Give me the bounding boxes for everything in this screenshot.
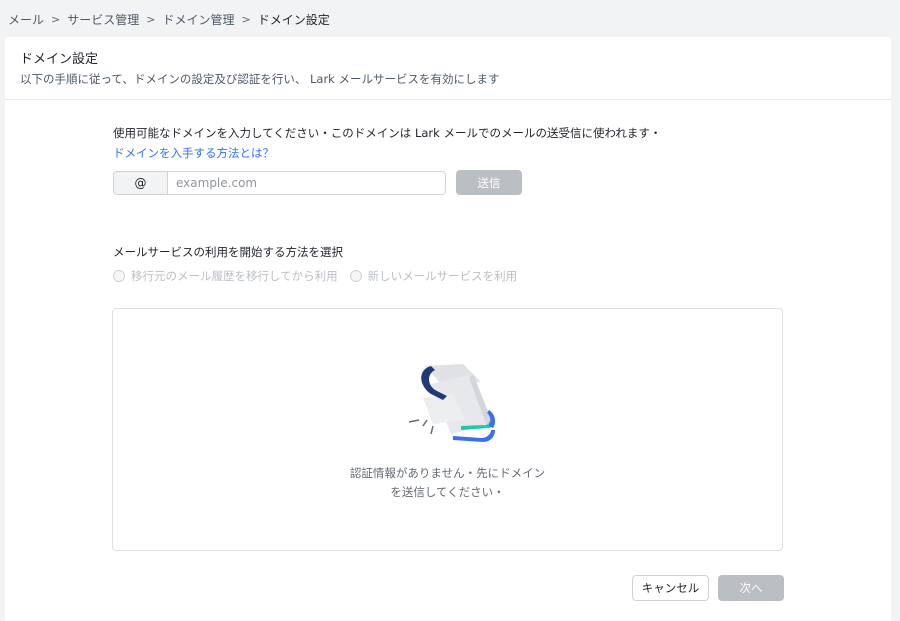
page-title: ドメイン設定 [20, 52, 99, 67]
how-to-get-domain-link[interactable]: ドメインを入手する方法とは？ [113, 145, 274, 161]
radio-new-service-label: 新しいメールサービスを利用 [367, 269, 518, 283]
cancel-button[interactable]: キャンセル [632, 575, 709, 601]
envelope-illustration-icon [408, 364, 496, 442]
method-section: メールサービスの利用を開始する方法を選択 移行元のメール履歴を移行してから利用 … [113, 244, 529, 284]
breadcrumb-item-domain-management[interactable]: ドメイン管理 [162, 11, 234, 28]
domain-settings-card: ドメイン設定 以下の手順に従って、ドメインの設定及び認証を行い、 Lark メー… [5, 37, 891, 621]
radio-circle-icon[interactable] [349, 270, 362, 282]
empty-state-message: 認証情報がありません・先にドメイン を送信してください・ [113, 464, 782, 502]
breadcrumb-item-service-management[interactable]: サービス管理 [67, 11, 139, 28]
breadcrumb-item-mail[interactable]: メール [8, 11, 44, 28]
domain-input[interactable] [167, 170, 446, 195]
radio-migrate-history-label: 移行元のメール履歴を移行してから利用 [131, 269, 338, 283]
method-radio-group: 移行元のメール履歴を移行してから利用 新しいメールサービスを利用 [113, 268, 529, 284]
at-prefix: @ [113, 170, 167, 195]
send-button[interactable]: 送信 [456, 170, 522, 195]
radio-migrate-history[interactable]: 移行元のメール履歴を移行してから利用 [113, 268, 338, 284]
next-button[interactable]: 次へ [718, 575, 784, 601]
empty-state-line-1: 認証情報がありません・先にドメイン [349, 466, 546, 480]
page-subtitle: 以下の手順に従って、ドメインの設定及び認証を行い、 Lark メールサービスを有… [20, 72, 500, 86]
domain-instruction: 使用可能なドメインを入力してください・このドメインは Lark メールでのメール… [113, 126, 662, 140]
verification-empty-state: 認証情報がありません・先にドメイン を送信してください・ [112, 308, 783, 551]
footer-actions: キャンセル 次へ [632, 575, 784, 601]
chevron-right-icon: > [51, 12, 61, 26]
radio-new-service[interactable]: 新しいメールサービスを利用 [349, 268, 518, 284]
domain-section: 使用可能なドメインを入力してください・このドメインは Lark メールでのメール… [113, 125, 661, 161]
chevron-right-icon: > [241, 12, 251, 26]
radio-circle-icon[interactable] [113, 270, 125, 282]
method-label: メールサービスの利用を開始する方法を選択 [113, 245, 343, 259]
empty-state-line-2: を送信してください・ [390, 485, 505, 499]
breadcrumb-item-domain-settings: ドメイン設定 [257, 12, 330, 27]
chevron-right-icon: > [146, 12, 156, 26]
breadcrumb: メール > サービス管理 > ドメイン管理 > ドメイン設定 [8, 9, 330, 29]
card-header: ドメイン設定 以下の手順に従って、ドメインの設定及び認証を行い、 Lark メー… [5, 37, 891, 100]
domain-input-row: @ 送信 [113, 170, 522, 195]
